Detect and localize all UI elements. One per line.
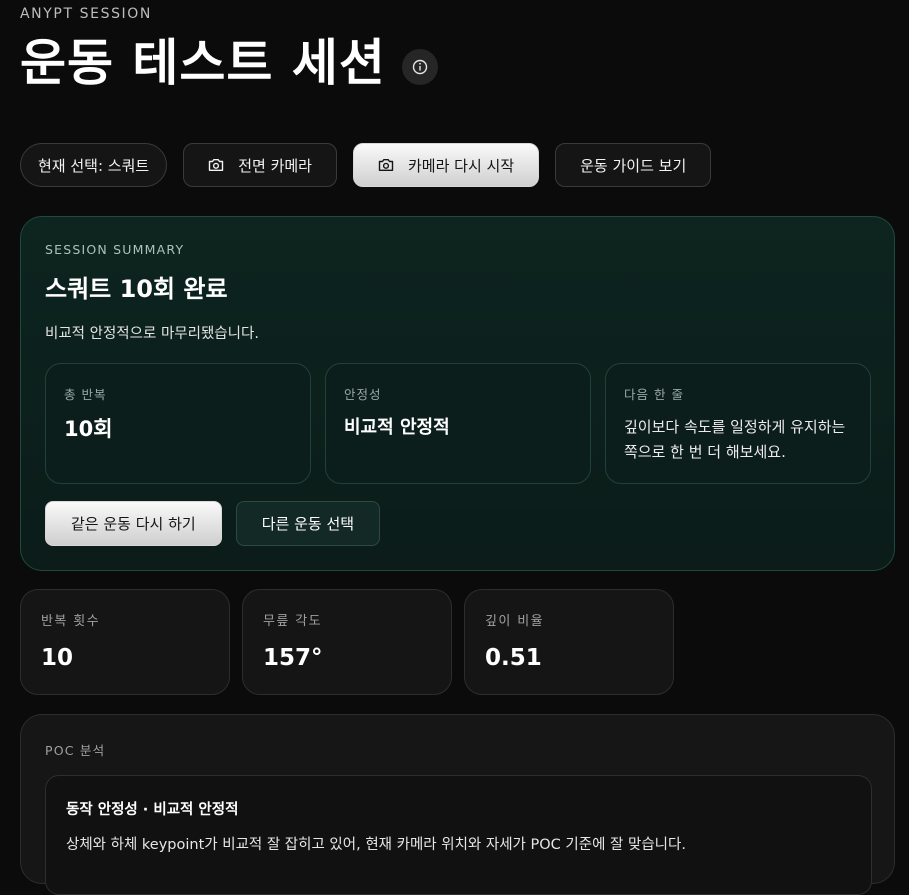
- exercise-guide-button[interactable]: 운동 가이드 보기: [555, 143, 712, 187]
- summary-card-label: 다음 한 줄: [624, 387, 684, 402]
- restart-camera-label: 카메라 다시 시작: [407, 156, 515, 175]
- summary-actions: 같은 운동 다시 하기 다른 운동 선택: [45, 501, 381, 546]
- exercise-guide-label: 운동 가이드 보기: [580, 156, 687, 175]
- summary-card-next-tip: 다음 한 줄 깊이보다 속도를 일정하게 유지하는 쪽으로 한 번 더 해보세요…: [605, 363, 871, 484]
- current-selection-chip[interactable]: 현재 선택: 스쿼트: [20, 143, 168, 187]
- summary-card-value: 10회: [64, 417, 113, 441]
- stat-card-knee-angle: 무릎 각도 157°: [242, 589, 452, 695]
- stat-card-rep-count: 반복 횟수 10: [20, 589, 230, 695]
- camera-icon: [209, 159, 224, 171]
- current-selection-label: 현재 선택: 스쿼트: [38, 156, 150, 175]
- front-camera-label: 전면 카메라: [238, 156, 312, 175]
- summary-card-label: 안정성: [344, 387, 382, 402]
- stat-label: 반복 횟수: [41, 614, 100, 629]
- repeat-exercise-button[interactable]: 같은 운동 다시 하기: [45, 501, 222, 546]
- title-row: 운동 테스트 세션: [20, 36, 438, 91]
- poc-item-description: 상체와 하체 keypoint가 비교적 잘 잡히고 있어, 현재 카메라 위치…: [66, 837, 686, 853]
- page-title: 운동 테스트 세션: [20, 34, 386, 92]
- poc-item-title: 동작 안정성 · 비교적 안정적: [66, 802, 239, 818]
- front-camera-button[interactable]: 전면 카메라: [183, 143, 337, 187]
- stat-card-depth-ratio: 깊이 비율 0.51: [464, 589, 674, 695]
- camera-icon: [378, 159, 394, 171]
- summary-card-label: 총 반복: [64, 387, 107, 402]
- stat-value: 10: [41, 645, 74, 671]
- session-eyebrow: ANYPT SESSION: [20, 6, 152, 22]
- summary-card-total-reps: 총 반복 10회: [45, 363, 311, 484]
- summary-card-stability: 안정성 비교적 안정적: [325, 363, 591, 484]
- toolbar: 현재 선택: 스쿼트 전면 카메라 카메라 다시 시작 운동 가이드 보기: [20, 143, 712, 187]
- restart-camera-button[interactable]: 카메라 다시 시작: [352, 143, 540, 187]
- poc-analysis-item: 동작 안정성 · 비교적 안정적 상체와 하체 keypoint가 비교적 잘 …: [45, 775, 872, 895]
- choose-other-exercise-button[interactable]: 다른 운동 선택: [235, 501, 381, 546]
- stat-value: 157°: [263, 645, 323, 671]
- stat-value: 0.51: [485, 645, 542, 671]
- session-summary-panel: SESSION SUMMARY 스쿼트 10회 완료 비교적 안정적으로 마무리…: [20, 216, 895, 571]
- stat-label: 무릎 각도: [263, 614, 322, 629]
- info-button[interactable]: [401, 48, 438, 85]
- poc-eyebrow: POC 분석: [45, 743, 106, 758]
- summary-card-text: 깊이보다 속도를 일정하게 유지하는 쪽으로 한 번 더 해보세요.: [624, 418, 846, 462]
- info-icon: [412, 59, 428, 74]
- summary-card-value: 비교적 안정적: [344, 417, 450, 438]
- summary-description: 비교적 안정적으로 마무리됐습니다.: [45, 326, 259, 342]
- stat-label: 깊이 비율: [485, 614, 544, 629]
- summary-title: 스쿼트 10회 완료: [45, 275, 228, 303]
- summary-eyebrow: SESSION SUMMARY: [45, 242, 185, 257]
- poc-analysis-panel: POC 분석 동작 안정성 · 비교적 안정적 상체와 하체 keypoint가…: [20, 714, 895, 895]
